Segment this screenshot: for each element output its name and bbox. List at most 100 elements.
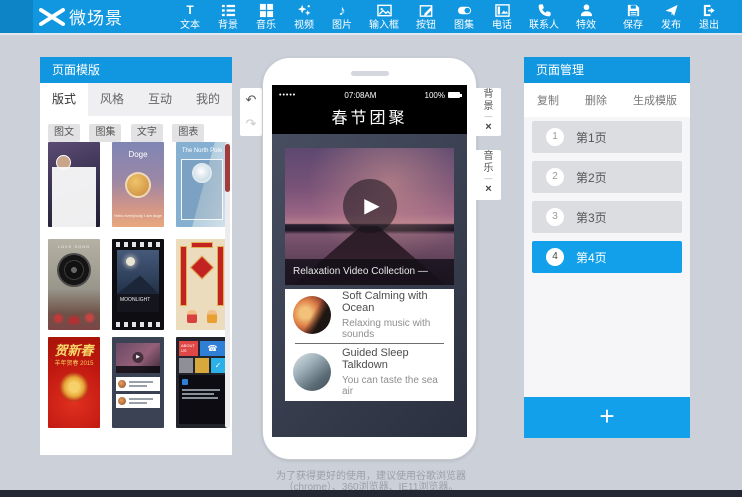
make-template-button[interactable]: 生成模版 [633,92,677,108]
exit-button[interactable]: 退出 [690,3,728,31]
template-panel-title: 页面模版 [40,57,232,83]
fu-diamond [190,255,214,279]
couplet-right [217,246,224,306]
template-spring-couplets[interactable] [176,239,228,330]
brand-name: 微场景 [69,4,123,29]
toolbar-item-label: 视频 [285,20,323,31]
element-tab-music[interactable]: 音 乐 — × [476,150,501,200]
page-number-badge: 2 [546,168,564,186]
filter-chart[interactable]: 图表 [172,124,204,142]
toolbar-item-text[interactable]: T 文本 [171,3,209,31]
tab-mine[interactable]: 我的 [184,83,232,116]
template-metro-tiles[interactable]: ABOUT US ☎ ✓ [176,337,228,428]
element-tab-background[interactable]: 背 景 — × [476,88,501,136]
save-button[interactable]: 保存 [614,3,652,31]
page-item-4-active[interactable]: 4 第4页 [532,241,682,273]
battery-icon [448,92,460,98]
tab-style[interactable]: 风格 [88,83,136,116]
template-title: MOONLIGHT [117,294,159,312]
template-love-song[interactable]: LOVE SONG [48,239,100,330]
divider [295,343,444,344]
toolbar-corner [0,0,33,33]
grid-icon [247,3,285,18]
couplet-left [180,246,187,306]
filter-gallery[interactable]: 图集 [89,124,121,142]
red-flowers [48,310,100,324]
page-number-badge: 3 [546,208,564,226]
history-bar: ↶ ↷ [240,88,262,136]
play-button[interactable]: ▶ [343,179,397,233]
check-tile: ✓ [211,358,225,373]
template-subtitle: 羊年贺春 2015 [48,358,100,367]
toolbar-item-label: 背景 [209,20,247,31]
toolbar-item-effects[interactable]: 特效 [567,3,605,31]
undo-icon[interactable]: ↶ [240,88,262,112]
red-banner [191,242,213,248]
framed-photo-icon [483,3,521,18]
publish-button[interactable]: 发布 [652,3,690,31]
template-night-card[interactable] [48,142,100,227]
template-caption: Hello everybody I am doge [112,213,164,218]
list-item[interactable]: Guided Sleep Talkdown You can taste the … [285,346,454,398]
toolbar-item-label: 输入框 [361,20,407,31]
page-item-2[interactable]: 2 第2页 [532,161,682,193]
template-title: The North Pole [176,148,228,154]
mini-video: ▶ [116,343,160,373]
toolbar-item-label: 图集 [445,20,483,31]
page-number-badge: 1 [546,128,564,146]
redo-icon[interactable]: ↷ [240,112,262,136]
close-icon[interactable]: × [476,121,501,133]
child-figure [207,310,217,323]
tab-interactive[interactable]: 互动 [136,83,184,116]
phone-tile: ☎ [200,341,225,356]
toolbar-item-phone[interactable]: 电话 [483,3,521,31]
gray-tile [179,358,193,373]
phone-screen[interactable]: ••••• 07:08AM 100% 春节团聚 ▶ Relaxation Vid… [272,85,467,437]
gold-tile [195,358,209,373]
page-item-3[interactable]: 3 第3页 [532,201,682,233]
toolbar-item-video[interactable]: 视频 [285,3,323,31]
template-video-page[interactable]: ▶ [112,337,164,428]
battery-percent: 100% [425,91,445,100]
page-manager-title: 页面管理 [524,57,690,83]
toolbar-item-label: 图片 [323,20,361,31]
copy-button[interactable]: 复制 [537,92,559,108]
tab-layout[interactable]: 版式 [40,83,88,116]
app-window: 微场景 T 文本 背景 音乐 视频 ♪ 图片 [0,0,742,497]
page-label: 第1页 [576,129,607,146]
template-doge[interactable]: Doge Hello everybody I am doge [112,142,164,227]
moon [126,257,135,266]
toolbar-item-input-box[interactable]: 输入框 [361,3,407,31]
list-item-title: Guided Sleep Talkdown [342,347,446,371]
toolbar-item-image[interactable]: ♪ 图片 [323,3,361,31]
close-icon[interactable]: × [476,183,501,195]
list-item-photo [293,353,331,391]
filter-text[interactable]: 文字 [131,124,163,142]
footer-bar [0,490,742,497]
toolbar-item-button[interactable]: 按钮 [407,3,445,31]
page-list: 1 第1页 2 第2页 3 第3页 4 第4页 [524,117,690,273]
template-moonlight[interactable]: MOONLIGHT [112,239,164,330]
child-figure [187,310,197,323]
toolbar-item-music[interactable]: 音乐 [247,3,285,31]
add-page-button[interactable]: + [524,397,690,438]
template-hexinchun[interactable]: 贺新春 羊年贺春 2015 [48,337,100,428]
delete-button[interactable]: 删除 [585,92,607,108]
handset-icon [521,3,567,18]
toolbar-item-label: 联系人 [521,20,567,31]
toolbar-item-background[interactable]: 背景 [209,3,247,31]
content-card: Soft Calming with Ocean Relaxing music w… [285,289,454,401]
top-toolbar: 微场景 T 文本 背景 音乐 视频 ♪ 图片 [0,0,742,35]
page-label: 第2页 [576,169,607,186]
panel-scrollbar[interactable] [225,142,230,428]
scrollbar-thumb[interactable] [225,144,230,192]
toolbar-item-gallery[interactable]: 图集 [445,3,483,31]
toolbar-item-contacts[interactable]: 联系人 [521,3,567,31]
list-item[interactable]: Soft Calming with Ocean Relaxing music w… [285,289,454,341]
filter-image-text[interactable]: 图文 [48,124,80,142]
video-player[interactable]: ▶ Relaxation Video Collection — [285,148,454,285]
template-north-pole[interactable]: The North Pole [176,142,228,227]
page-item-1[interactable]: 1 第1页 [532,121,682,153]
film-holes [114,242,162,247]
music-note-icon: ♪ [323,3,361,18]
